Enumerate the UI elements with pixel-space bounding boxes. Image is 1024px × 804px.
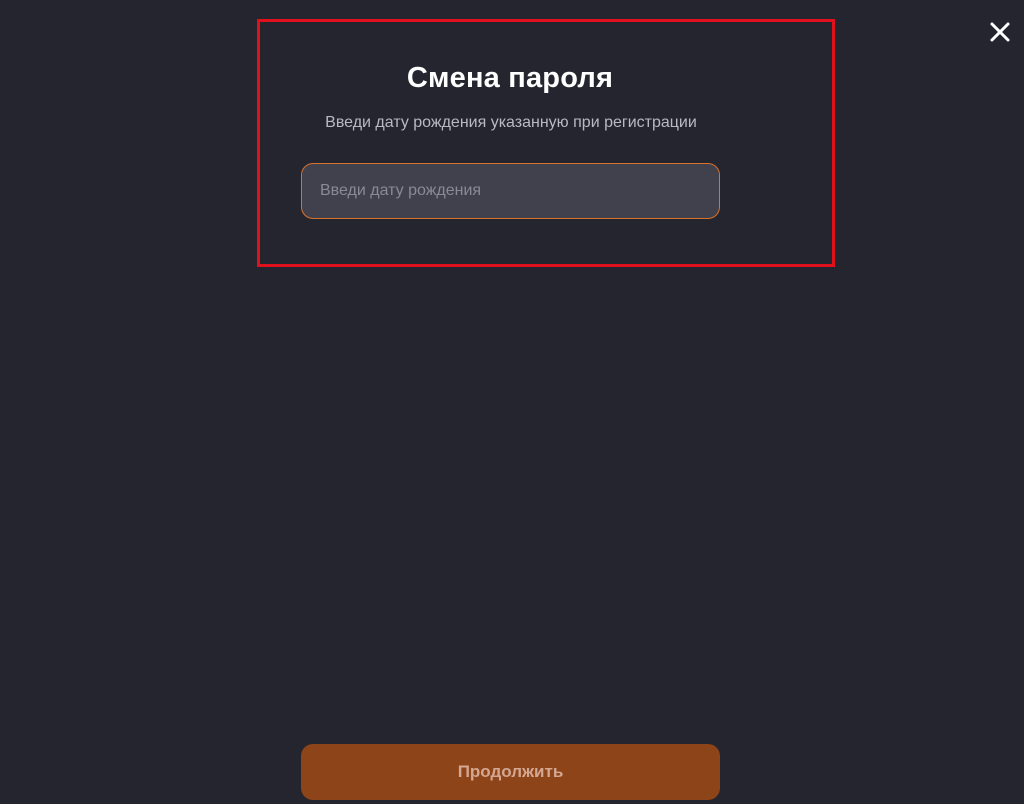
- close-icon: [990, 22, 1010, 42]
- page-subtitle: Введи дату рождения указанную при регист…: [325, 114, 697, 131]
- continue-button[interactable]: Продолжить: [301, 744, 720, 800]
- password-reset-screen: Смена пароля Введи дату рождения указанн…: [0, 0, 1024, 804]
- highlight-frame: [257, 19, 835, 267]
- birthdate-input[interactable]: [301, 163, 720, 219]
- page-title: Смена пароля: [406, 62, 614, 94]
- close-button[interactable]: [986, 18, 1014, 46]
